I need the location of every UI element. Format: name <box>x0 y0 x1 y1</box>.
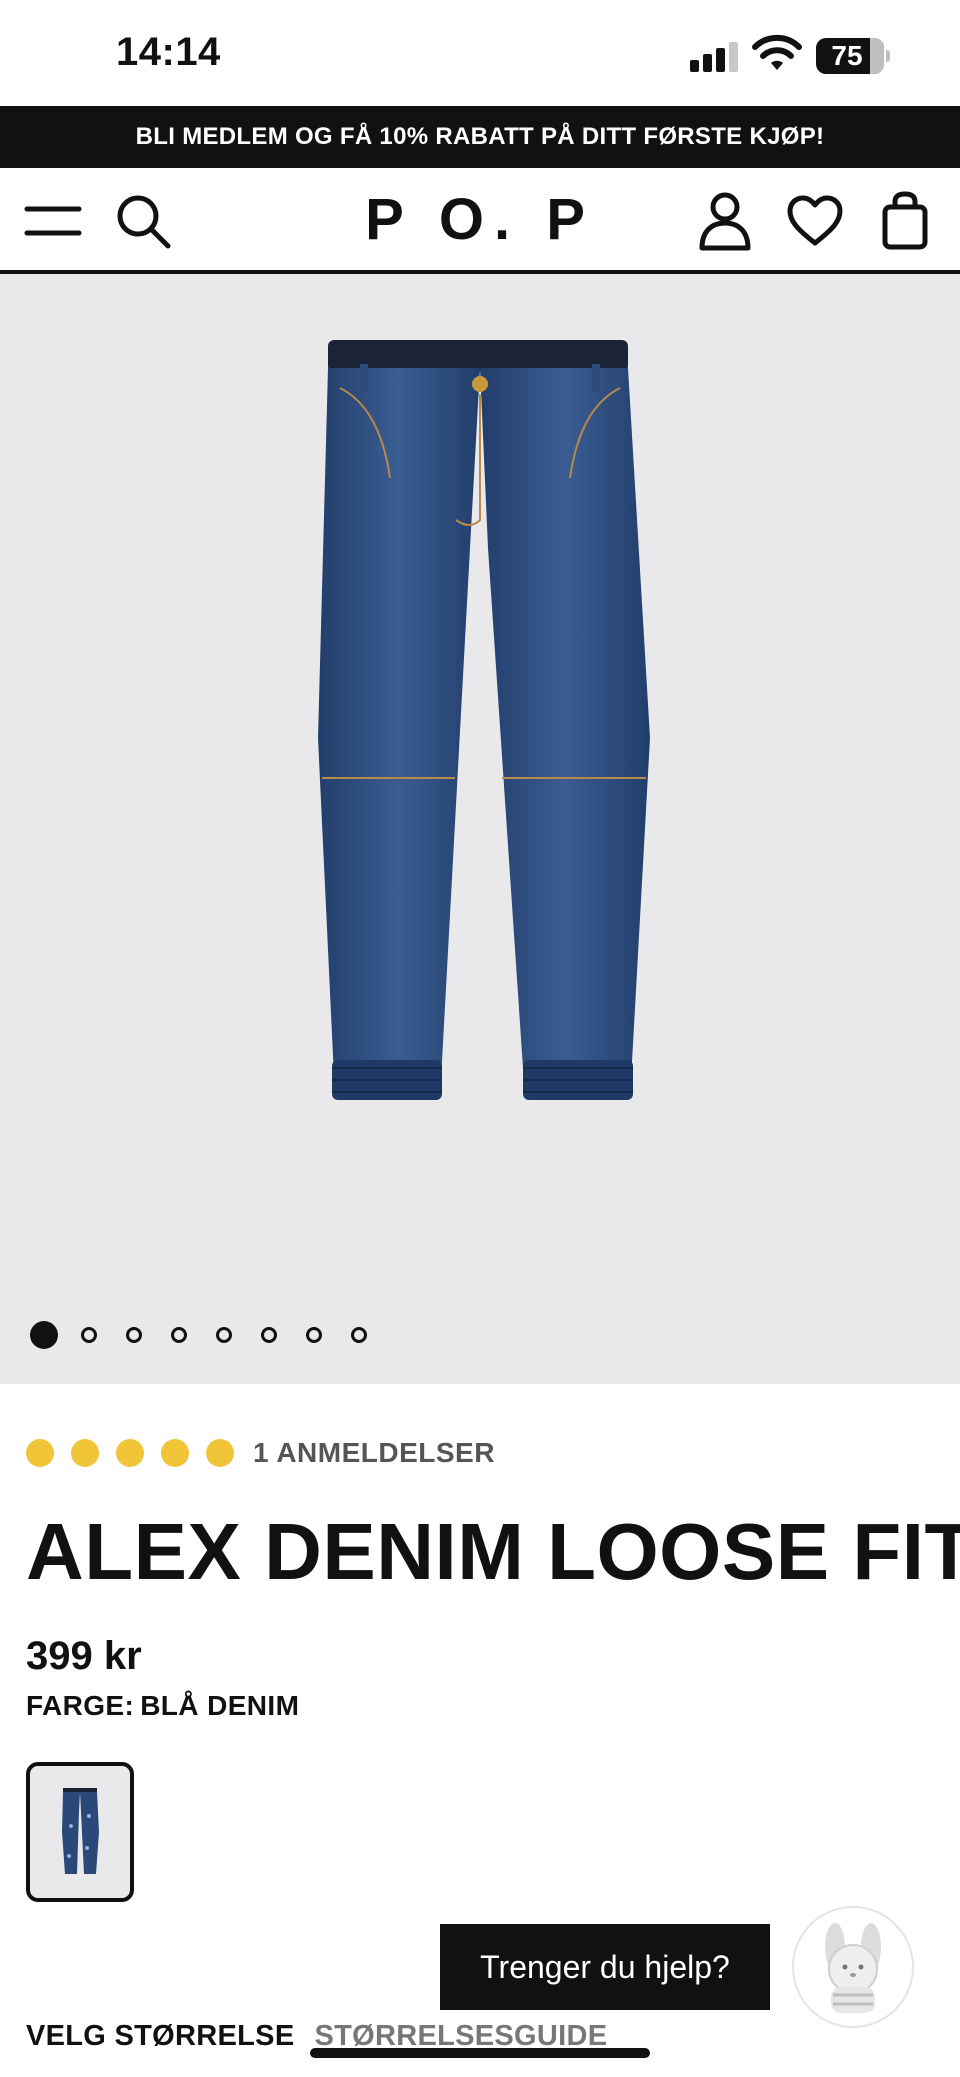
promo-banner[interactable]: BLI MEDLEM OG FÅ 10% RABATT PÅ DITT FØRS… <box>0 106 960 168</box>
rating-star-icon <box>116 1439 144 1467</box>
gallery-dot[interactable] <box>306 1327 322 1343</box>
gallery-dot[interactable] <box>351 1327 367 1343</box>
color-label: FARGE: BLÅ DENIM <box>26 1690 299 1722</box>
color-value: BLÅ DENIM <box>140 1690 300 1721</box>
gallery-dot[interactable] <box>261 1327 277 1343</box>
reviews-count[interactable]: 1 ANMELDELSER <box>253 1437 495 1469</box>
product-gallery[interactable] <box>0 274 960 1384</box>
promo-text: BLI MEDLEM OG FÅ 10% RABATT PÅ DITT FØRS… <box>135 123 825 150</box>
search-icon[interactable] <box>112 190 174 252</box>
rating-star-icon <box>206 1439 234 1467</box>
gallery-dot[interactable] <box>30 1321 58 1349</box>
rating-star-icon <box>71 1439 99 1467</box>
heart-icon[interactable] <box>784 190 846 252</box>
swatch-thumbnail <box>62 1788 99 1874</box>
color-swatch[interactable] <box>26 1762 134 1902</box>
help-button[interactable]: Trenger du hjelp? <box>440 1924 770 2010</box>
gallery-dot[interactable] <box>81 1327 97 1343</box>
menu-icon[interactable] <box>22 190 84 252</box>
gallery-dot[interactable] <box>126 1327 142 1343</box>
wifi-icon <box>752 34 802 70</box>
chat-avatar[interactable] <box>792 1906 914 2028</box>
account-icon[interactable] <box>694 190 756 252</box>
select-size-label[interactable]: VELG STØRRELSE <box>26 2020 294 2053</box>
site-header: P O. P <box>0 168 960 274</box>
rating-star-icon <box>161 1439 189 1467</box>
rating-star-icon <box>26 1439 54 1467</box>
product-title: ALEX DENIM LOOSE FIT <box>26 1507 960 1596</box>
battery-icon: 75 <box>816 38 890 74</box>
color-label-text: FARGE: <box>26 1690 135 1721</box>
help-button-label: Trenger du hjelp? <box>480 1948 730 1985</box>
gallery-dot[interactable] <box>216 1327 232 1343</box>
product-price: 399 kr <box>26 1634 142 1678</box>
status-bar: 14:14 75 <box>0 0 960 106</box>
battery-percent: 75 <box>831 40 863 71</box>
product-image <box>318 340 650 1100</box>
gallery-pagination <box>30 1320 396 1350</box>
status-time: 14:14 <box>116 30 221 74</box>
signal-icon <box>690 40 742 72</box>
gallery-dot[interactable] <box>171 1327 187 1343</box>
home-indicator <box>310 2048 650 2058</box>
bunny-mascot-icon <box>825 1923 881 2013</box>
bag-icon[interactable] <box>874 190 936 252</box>
rating-row[interactable]: 1 ANMELDELSER <box>26 1436 495 1470</box>
site-logo[interactable]: P O. P <box>330 186 630 253</box>
